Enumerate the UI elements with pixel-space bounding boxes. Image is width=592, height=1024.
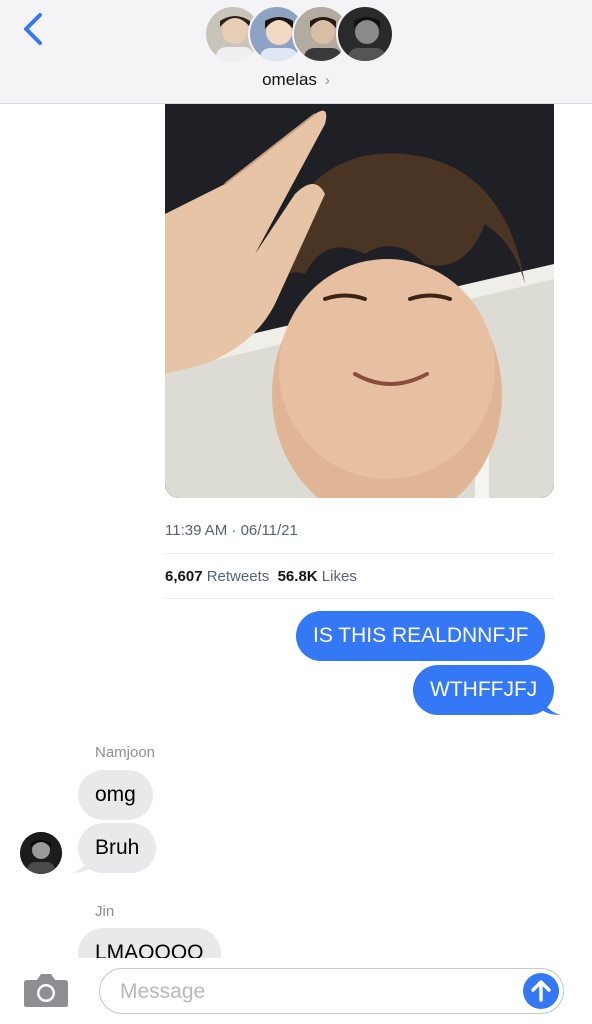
sender-name: Jin xyxy=(95,903,115,920)
incoming-message-bubble[interactable]: omg xyxy=(78,770,153,820)
outgoing-message-bubble[interactable]: WTHFFJFJ xyxy=(413,665,562,715)
incoming-message-bubble[interactable]: Bruh xyxy=(71,823,157,873)
message-text: omg xyxy=(95,783,136,806)
back-button[interactable] xyxy=(20,10,50,50)
message-text: WTHFFJFJ xyxy=(430,678,538,701)
bubble-tail xyxy=(71,853,91,873)
group-name-label: omelas xyxy=(262,70,317,89)
camera-icon xyxy=(24,974,68,1007)
retweets-label[interactable]: Retweets xyxy=(207,568,270,585)
tweet-photo[interactable] xyxy=(165,104,554,498)
chevron-right-icon: › xyxy=(324,72,330,89)
avatar[interactable] xyxy=(20,832,62,874)
tweet-stats: 6,607 Retweets 56.8K Likes xyxy=(165,568,357,585)
message-placeholder: Message xyxy=(120,980,206,1003)
message-text: IS THIS REALDNNFJF xyxy=(313,624,529,647)
sender-name: Namjoon xyxy=(95,744,156,761)
divider xyxy=(165,553,554,554)
divider xyxy=(165,598,554,599)
message-input-bar: Message xyxy=(0,958,592,1024)
arrow-up-icon xyxy=(531,980,551,1002)
avatar xyxy=(336,5,394,63)
camera-button[interactable] xyxy=(23,972,69,1008)
chevron-left-icon xyxy=(24,13,42,45)
bubble-tail xyxy=(541,695,562,715)
message-text: Bruh xyxy=(95,836,140,859)
conversation-header: omelas › xyxy=(0,0,592,104)
group-avatars[interactable] xyxy=(204,5,394,63)
retweets-count: 6,607 xyxy=(165,568,203,585)
group-name[interactable]: omelas › xyxy=(0,70,592,90)
likes-label[interactable]: Likes xyxy=(322,568,357,585)
tweet-timestamp: 11:39 AM · 06/11/21 xyxy=(165,522,298,539)
outgoing-message-bubble[interactable]: IS THIS REALDNNFJF xyxy=(296,611,546,661)
send-button[interactable] xyxy=(523,973,559,1009)
message-input[interactable]: Message xyxy=(99,968,564,1014)
likes-count: 56.8K xyxy=(277,568,318,585)
